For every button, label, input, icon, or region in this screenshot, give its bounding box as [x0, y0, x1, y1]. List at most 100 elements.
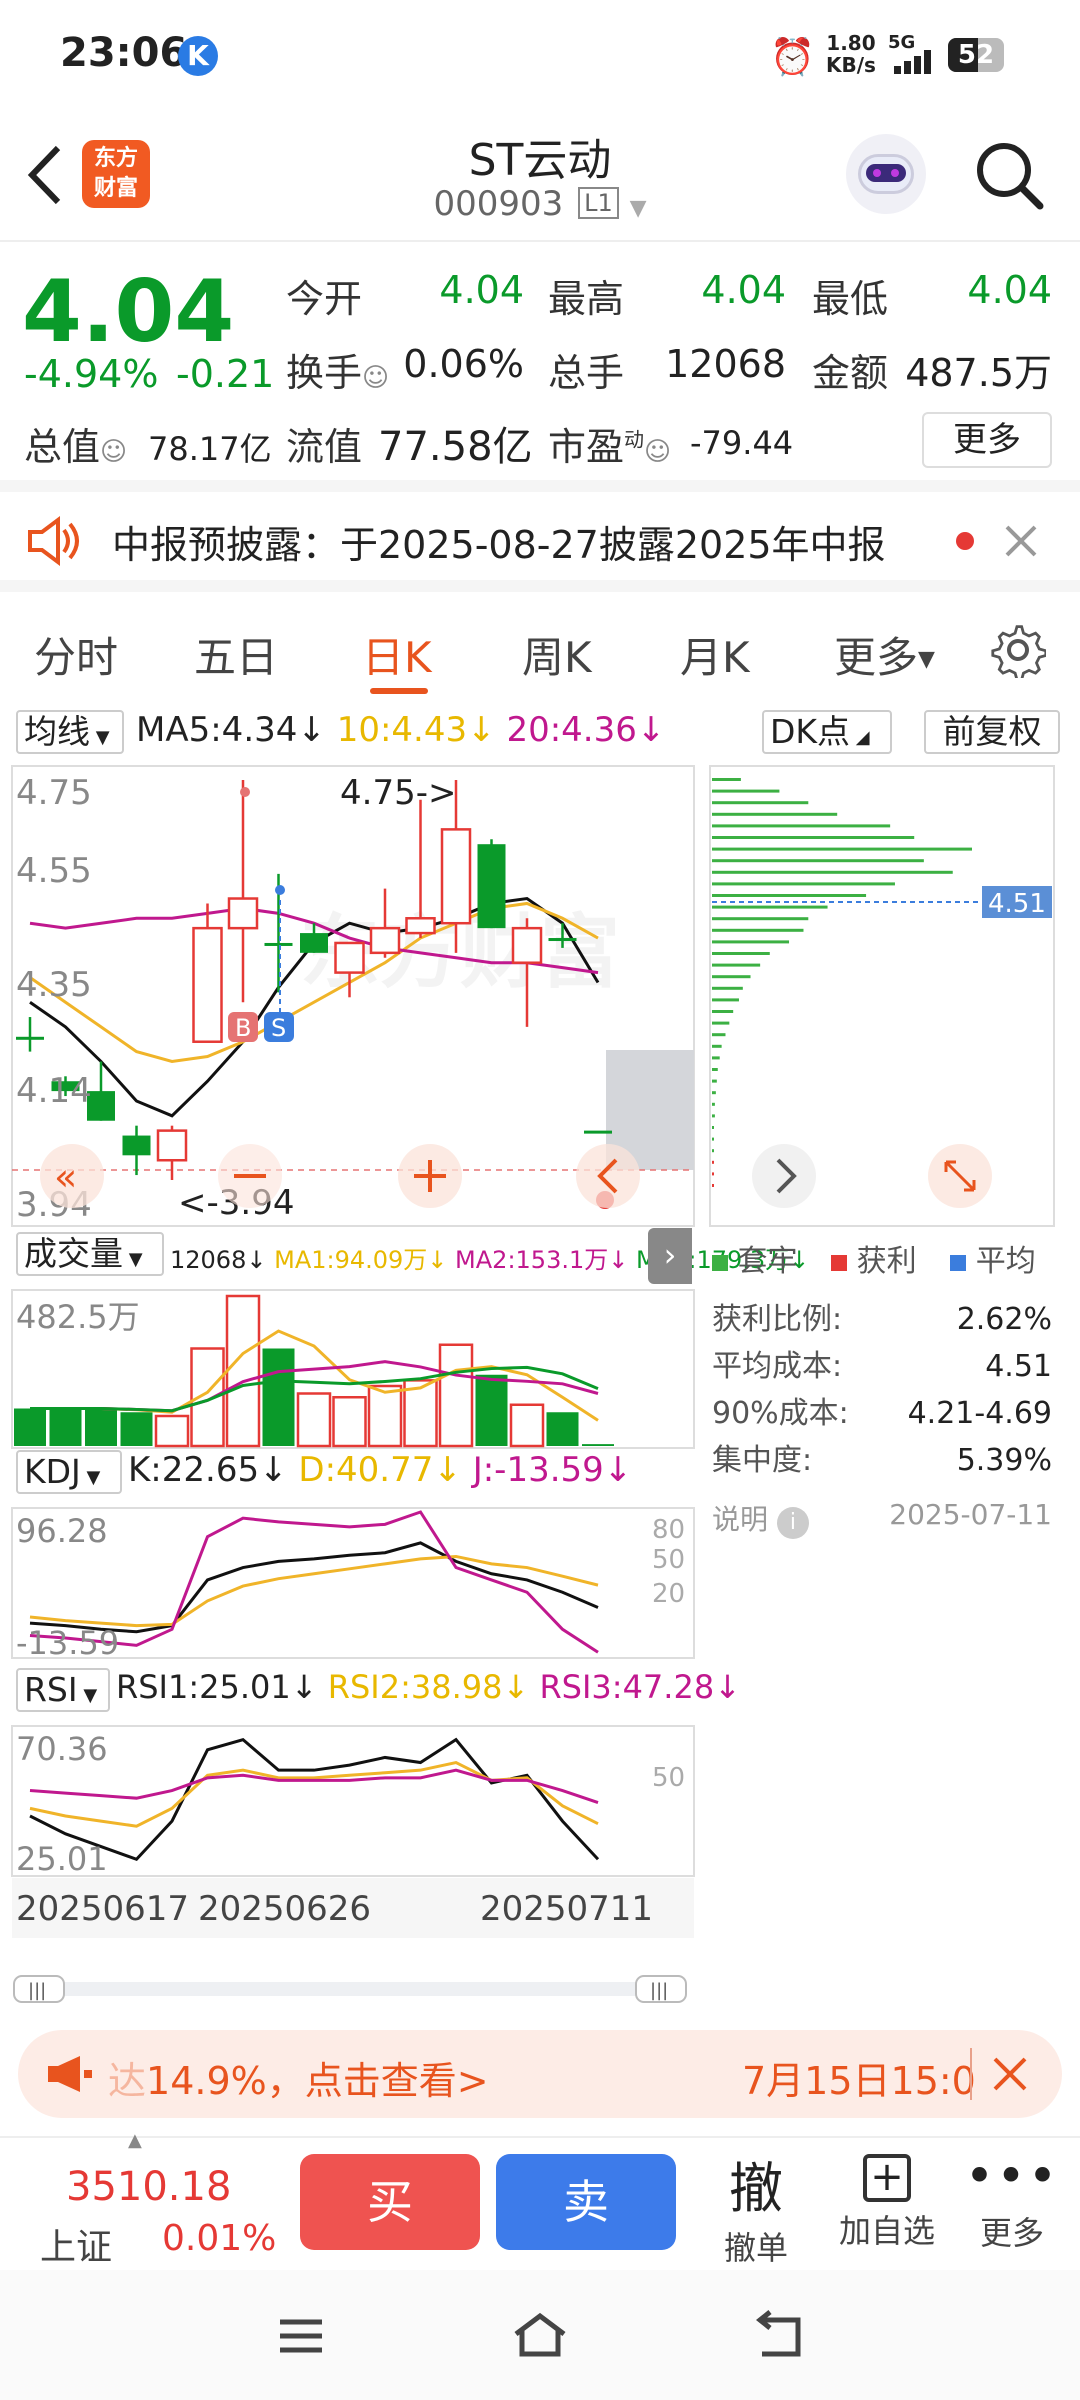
range-slider-track[interactable]	[40, 1982, 660, 1996]
dk-point-button[interactable]: DK点 ◢	[762, 710, 892, 754]
settings-gear-icon[interactable]	[990, 622, 1046, 678]
pe-label: 市盈动☺	[548, 416, 671, 471]
rsi-axis-min: 25.01	[16, 1840, 108, 1878]
double-left-icon: «	[54, 1155, 77, 1199]
expand-panel-button[interactable]: ›	[648, 1228, 692, 1284]
chip-bar	[712, 812, 838, 816]
volume-bar	[262, 1348, 295, 1446]
kdj-d: D:40.77	[298, 1450, 434, 1490]
home-icon[interactable]	[510, 2310, 570, 2360]
ma10-value: 10:4.43	[336, 710, 468, 750]
adjust-button[interactable]: 前复权	[924, 710, 1060, 754]
chip-next-button[interactable]	[752, 1144, 816, 1208]
volume-bar	[367, 1384, 403, 1448]
candle-body	[264, 942, 293, 946]
arrow: ↓	[502, 1668, 530, 1706]
chip-bar	[712, 1126, 714, 1129]
explain-link[interactable]: 说明 i	[712, 1498, 809, 1539]
more-button[interactable]: 更多	[922, 412, 1052, 468]
info-icon[interactable]: ☺	[100, 437, 127, 467]
tab-more[interactable]: 更多▼	[834, 624, 935, 685]
arrow: ↓	[246, 1246, 267, 1274]
volume-bar	[475, 1374, 508, 1446]
promo-banner[interactable]: 达14.9%，点击查看> 7月15日15:0	[18, 2030, 1062, 2118]
index-value[interactable]: 3510.18	[66, 2164, 231, 2210]
alarm-icon: ⏰	[770, 37, 815, 78]
cancel-icon: 撤	[729, 2157, 783, 2220]
cancel-order-button[interactable]: 撤 撤单	[706, 2144, 806, 2269]
quote-panel: 4.04 -4.94% -0.21 今开 4.04 最高 4.04 最低 4.0…	[0, 244, 1080, 492]
rsi2: RSI2:38.98	[327, 1668, 503, 1706]
menu-icon[interactable]	[276, 2316, 326, 2356]
scroll-right-button[interactable]	[576, 1144, 640, 1208]
change-percent: -4.94%	[24, 352, 159, 396]
sell-button[interactable]: 卖	[496, 2154, 676, 2250]
volume-bar	[154, 1414, 190, 1448]
volume-selector[interactable]: 成交量 ▼	[16, 1232, 164, 1276]
high-label: 最高	[548, 277, 625, 321]
close-icon[interactable]	[992, 2056, 1028, 2092]
chip-bar	[712, 1114, 715, 1118]
kdj-ref-80: 80	[652, 1515, 685, 1545]
concentration-value: 5.39%	[956, 1443, 1052, 1478]
notice-bar[interactable]: 中报预披露：于2025-08-27披露2025年中报	[0, 492, 1080, 592]
info-icon: i	[776, 1507, 809, 1539]
chip-bar	[712, 1172, 714, 1176]
caret-icon: ▼	[918, 647, 935, 672]
index-change: 0.01%	[162, 2218, 277, 2259]
promo-time: 7月15日15:0	[742, 2059, 976, 2103]
candle-body	[192, 926, 223, 1043]
dropdown-icon: ▼	[629, 196, 647, 221]
divider	[970, 2048, 972, 2100]
tab-daily-k[interactable]: 日K	[362, 624, 432, 685]
arrow: ↓	[427, 1246, 448, 1274]
buy-signal-label: B	[235, 1014, 251, 1042]
net-speed-value: 1.80	[826, 31, 876, 55]
chip-distribution	[712, 778, 972, 1187]
ma-selector[interactable]: 均线 ▼	[16, 710, 124, 754]
chip-bar	[712, 1160, 714, 1164]
date-label: 20250711	[480, 1889, 653, 1929]
dk-point-label: DK点	[770, 712, 851, 751]
rsi-selector[interactable]: RSI ▼	[16, 1668, 110, 1712]
ma10-arrow: ↓	[467, 710, 496, 750]
avg-cost-value: 4.51	[985, 1349, 1052, 1384]
y-axis-label: 4.14	[16, 1071, 92, 1111]
more-label: 更多	[979, 2214, 1044, 2252]
expand-up-icon[interactable]: ▲	[128, 2130, 142, 2151]
chip-bar	[712, 1137, 714, 1141]
stock-code: 000903	[433, 184, 564, 224]
add-watchlist-button[interactable]: + 加自选	[822, 2144, 952, 2252]
chip-bar	[712, 1091, 716, 1095]
robot-assistant-icon[interactable]	[846, 134, 926, 214]
candle-body	[584, 1130, 612, 1134]
arrow: ↓	[433, 1450, 462, 1490]
search-icon[interactable]	[972, 138, 1048, 214]
tab-weekly-k[interactable]: 周K	[522, 624, 592, 685]
tab-intraday[interactable]: 分时	[34, 624, 118, 685]
period-tabs: 分时 五日 日K 周K 月K 更多▼	[0, 604, 1080, 704]
promo-text: 达14.9%，点击查看>	[108, 2050, 489, 2105]
signal-icon	[890, 50, 936, 74]
kdj-k: K:22.65	[128, 1450, 260, 1490]
ma20-arrow: ↓	[636, 710, 666, 750]
close-icon[interactable]	[1004, 524, 1038, 558]
info-icon[interactable]: ☺	[644, 437, 671, 467]
chip-bar	[712, 1184, 714, 1187]
status-bar: 23:06 K ⏰ 1.80 KB/s 5G 52	[0, 0, 1080, 112]
tab-monthly-k[interactable]: 月K	[680, 624, 750, 685]
back-nav-icon[interactable]	[752, 2310, 806, 2360]
date-label: 20250626	[198, 1889, 371, 1929]
kdj-selector[interactable]: KDJ ▼	[16, 1450, 122, 1494]
more-actions-button[interactable]: ••• 更多	[962, 2144, 1062, 2254]
tab-five-day[interactable]: 五日	[194, 624, 278, 685]
buy-button[interactable]: 买	[300, 2154, 480, 2250]
chip-bar	[712, 859, 924, 863]
volume-bar	[120, 1412, 153, 1446]
chip-stat-row: 90%成本: 4.21-4.69	[712, 1390, 1052, 1437]
chip-legend: 套牢 获利 平均	[712, 1236, 1036, 1280]
ma-selector-label: 均线	[24, 712, 90, 751]
corner-icon: ◢	[850, 727, 870, 748]
info-icon[interactable]: ☺	[362, 363, 389, 393]
turnover-label-text: 换手	[286, 351, 363, 395]
